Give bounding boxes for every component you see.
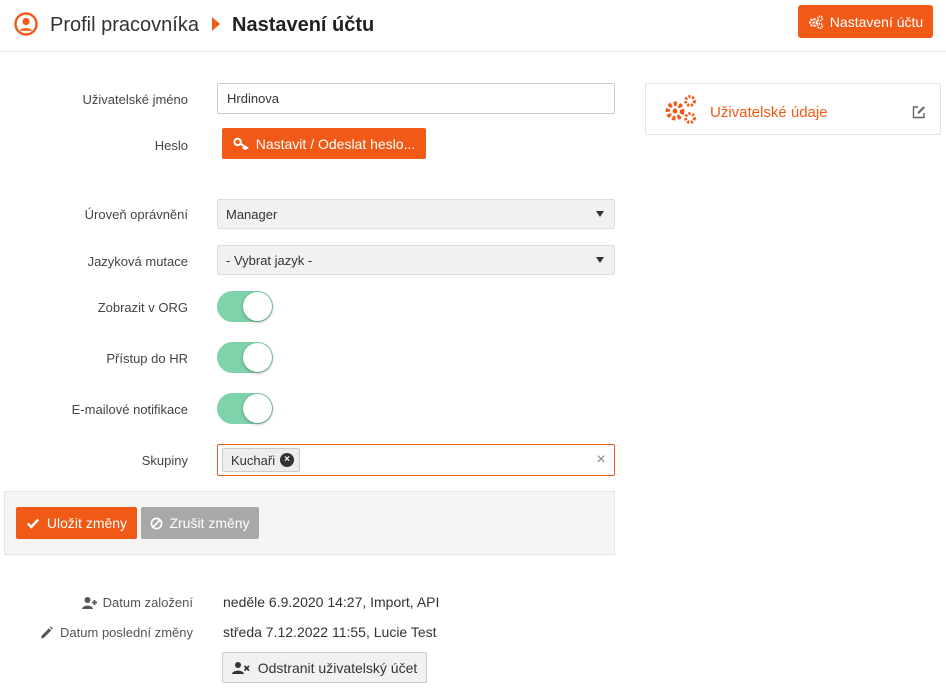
set-password-button[interactable]: Nastavit / Odeslat heslo... — [222, 128, 426, 159]
page-title: Nastavení účtu — [232, 14, 375, 36]
created-value: neděle 6.9.2020 14:27, Import, API — [223, 594, 440, 610]
edit-icon[interactable] — [912, 105, 926, 119]
remove-tag-icon[interactable]: × — [280, 453, 295, 467]
show-org-label: Zobrazit v ORG — [97, 300, 188, 315]
clear-icon[interactable]: × — [594, 451, 608, 469]
account-settings-button[interactable]: Nastavení účtu — [798, 5, 933, 38]
language-select[interactable]: - Vybrat jazyk - — [217, 245, 615, 275]
created-label-text: Datum založení — [102, 595, 193, 610]
hr-access-label: Přístup do HR — [106, 351, 188, 366]
pencil-icon — [41, 626, 54, 638]
username-label: Uživatelské jméno — [82, 92, 189, 107]
language-select-value: - Vybrat jazyk - — [226, 252, 313, 268]
breadcrumb-parent[interactable]: Profil pracovníka — [50, 14, 199, 37]
user-remove-icon — [231, 661, 250, 674]
username-input[interactable] — [217, 83, 615, 114]
delete-account-button-label: Odstranit uživatelský účet — [257, 659, 418, 676]
toggle-knob — [243, 292, 272, 321]
created-label: Datum založení — [81, 595, 193, 610]
user-details-title: Uživatelské údaje — [710, 104, 828, 121]
permission-select[interactable]: Manager — [217, 199, 615, 229]
page-header: Profil pracovníka Nastavení účtu Nastave… — [0, 0, 946, 52]
modified-label-text: Datum poslední změny — [60, 625, 193, 640]
delete-account-button[interactable]: Odstranit uživatelský účet — [222, 652, 427, 683]
user-circle-icon — [14, 12, 38, 36]
permission-label: Úroveň oprávnění — [84, 207, 188, 222]
caret-right-icon — [212, 17, 220, 31]
group-tag: Kuchaři × — [222, 448, 301, 472]
groups-label: Skupiny — [141, 453, 188, 468]
email-notifications-label: E-mailové notifikace — [71, 402, 188, 417]
form-actions: Uložit změny Zrušit změny — [4, 491, 615, 555]
password-label: Heslo — [154, 138, 188, 153]
modified-label: Datum poslední změny — [39, 625, 193, 640]
toggle-knob — [243, 343, 272, 372]
email-notifications-toggle[interactable] — [217, 393, 273, 424]
permission-select-value: Manager — [226, 206, 278, 222]
user-plus-icon — [81, 596, 97, 609]
groups-multiselect[interactable]: Kuchaři × × — [217, 444, 615, 476]
show-org-toggle[interactable] — [217, 291, 273, 322]
set-password-button-label: Nastavit / Odeslat heslo... — [255, 135, 416, 152]
modified-value: středa 7.12.2022 11:55, Lucie Test — [223, 624, 437, 640]
language-label: Jazyková mutace — [87, 254, 188, 269]
key-icon — [233, 137, 249, 150]
cancel-button[interactable]: Zrušit změny — [141, 507, 259, 539]
hr-access-toggle[interactable] — [217, 342, 273, 373]
ban-icon — [150, 517, 163, 529]
cancel-button-label: Zrušit změny — [169, 515, 250, 531]
caret-down-icon — [596, 257, 604, 263]
group-tag-label: Kuchaři — [231, 452, 276, 468]
save-button[interactable]: Uložit změny — [16, 507, 137, 539]
save-button-label: Uložit změny — [46, 515, 128, 531]
gears-icon — [665, 95, 696, 124]
check-icon — [26, 518, 40, 529]
account-settings-button-label: Nastavení účtu — [829, 13, 924, 30]
toggle-knob — [243, 394, 272, 423]
caret-down-icon — [596, 211, 604, 217]
gears-icon — [808, 14, 823, 29]
user-details-panel[interactable]: Uživatelské údaje — [645, 83, 941, 135]
